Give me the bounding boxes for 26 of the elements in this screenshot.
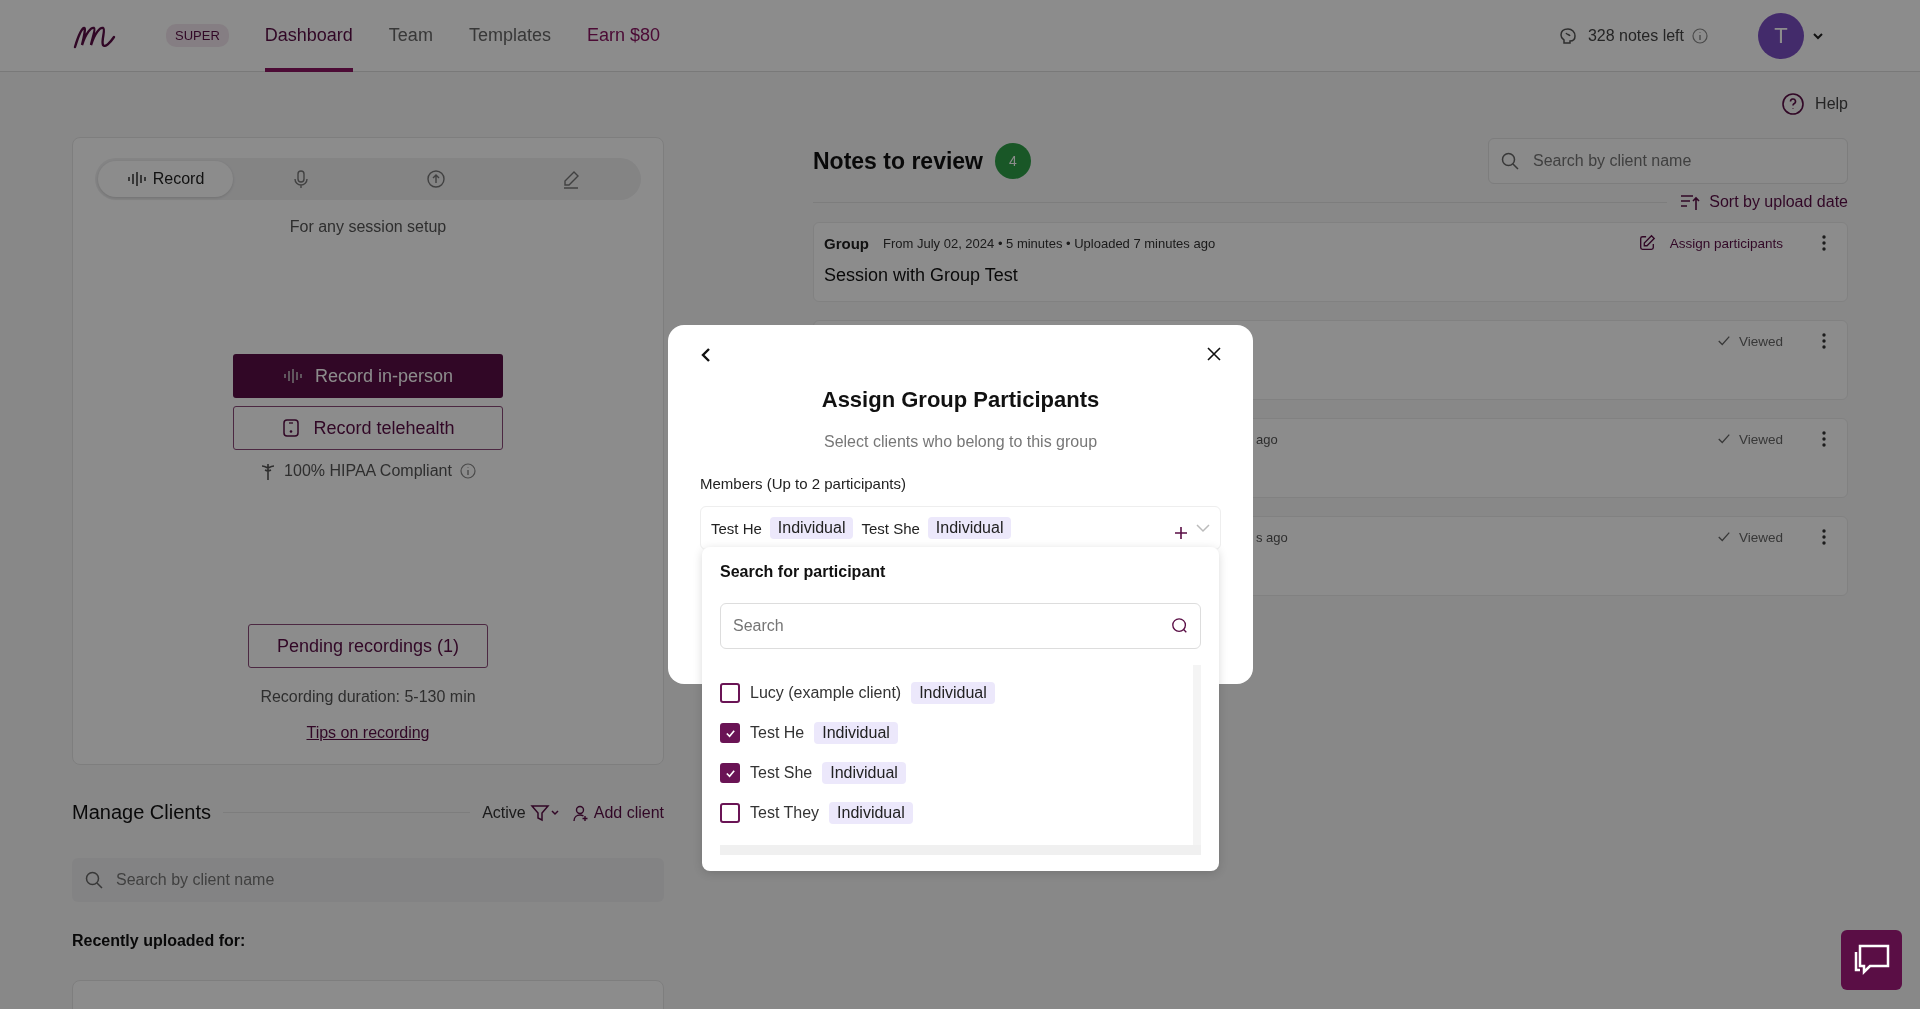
plan-badge: SUPER [166, 24, 229, 47]
client-type-tag: Individual [822, 762, 906, 784]
mode-caption: For any session setup [289, 218, 447, 236]
viewed-status: Viewed [1716, 529, 1783, 545]
client-type-tag: Individual [927, 517, 1012, 539]
section-title: Manage Clients [72, 801, 211, 824]
duration-note: Recording duration: 5-130 min [260, 688, 476, 706]
note-meta: ago [1256, 431, 1278, 447]
client-type-tag: Individual [814, 722, 898, 744]
count-badge: 4 [995, 143, 1031, 179]
notes-remaining: 328 notes left [1587, 26, 1684, 45]
client-type-tag: Individual [769, 517, 854, 539]
client-type-tag: Individual [829, 802, 913, 824]
note-meta: From July 02, 2024 • 5 minutes • Uploaded 7 minutes ago [883, 235, 1216, 251]
viewed-status: Viewed [1716, 431, 1783, 447]
recent-label: Recently uploaded for: [72, 932, 247, 950]
viewed-status: Viewed [1716, 333, 1783, 349]
compliance-note: 100% HIPAA Compliant [284, 462, 452, 480]
note-meta: s ago [1256, 529, 1288, 545]
member-name: Test She [861, 519, 920, 537]
member-name: Test He [711, 519, 762, 537]
section-title: Notes to review [813, 147, 983, 175]
note-title: Session with Group Test [824, 265, 1019, 286]
note-type: Group [824, 234, 869, 252]
client-type-tag: Individual [911, 682, 995, 704]
dialog-subtitle: Select clients who belong to this group [823, 433, 1098, 451]
